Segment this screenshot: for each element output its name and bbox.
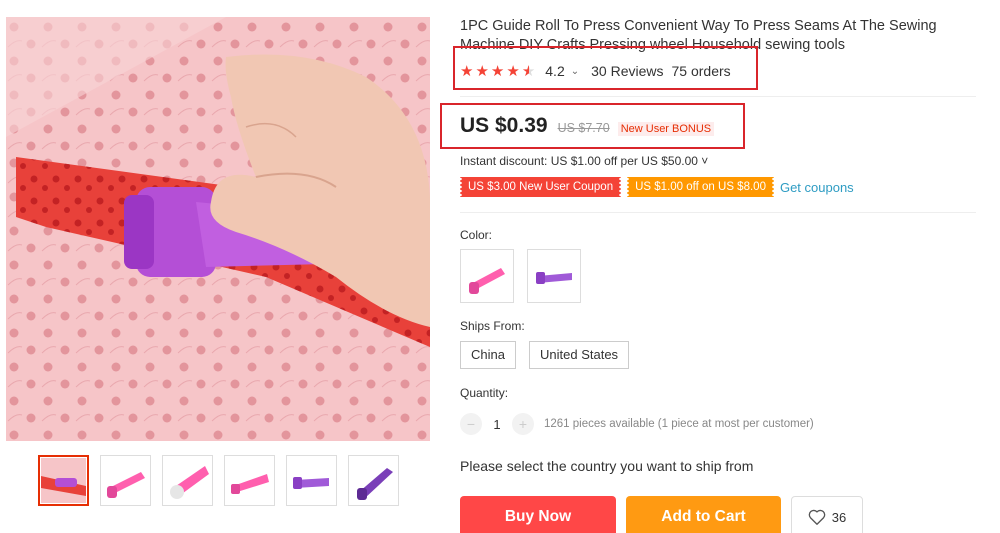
heart-icon xyxy=(808,509,826,525)
rating-value[interactable]: 4.2 xyxy=(545,63,564,79)
thumbnail-5[interactable] xyxy=(286,455,337,506)
thumbnail-strip xyxy=(38,455,399,506)
chevron-down-icon[interactable]: ⌄ xyxy=(571,66,579,77)
add-to-cart-button[interactable]: Add to Cart xyxy=(626,496,781,533)
color-label: Color: xyxy=(460,228,493,242)
price-row: US $0.39 US $7.70 New User BONUS xyxy=(460,114,715,138)
thumbnail-6[interactable] xyxy=(348,455,399,506)
ship-from-china[interactable]: China xyxy=(460,341,516,369)
buy-now-button[interactable]: Buy Now xyxy=(460,496,616,533)
thumbnail-1[interactable] xyxy=(38,455,89,506)
main-product-image[interactable] xyxy=(6,17,430,441)
quantity-decrease-button[interactable]: − xyxy=(460,413,482,435)
star-icon: ★ xyxy=(460,62,474,80)
original-price: US $7.70 xyxy=(557,121,610,135)
thumbnail-2[interactable] xyxy=(100,455,151,506)
star-icon: ★ xyxy=(506,62,520,80)
wishlist-count: 36 xyxy=(831,509,847,525)
star-half-icon: ★ xyxy=(521,62,536,80)
divider xyxy=(460,212,976,213)
new-user-coupon[interactable]: US $3.00 New User Coupon xyxy=(458,177,623,197)
rating-row: ★ ★ ★ ★ ★ 4.2 ⌄ 30 Reviews 75 orders xyxy=(460,63,731,79)
store-coupon[interactable]: US $1.00 off on US $8.00 xyxy=(626,177,775,197)
color-option-purple[interactable] xyxy=(527,249,581,303)
get-coupons-link[interactable]: Get coupons xyxy=(780,180,854,195)
thumbnail-4[interactable] xyxy=(224,455,275,506)
thumbnail-3[interactable] xyxy=(162,455,213,506)
instant-discount[interactable]: Instant discount: US $1.00 off per US $5… xyxy=(460,154,708,168)
quantity-label: Quantity: xyxy=(460,386,509,400)
reviews-link[interactable]: 30 Reviews xyxy=(591,63,663,79)
orders-count: 75 orders xyxy=(671,63,731,79)
rating-stars: ★ ★ ★ ★ ★ xyxy=(460,64,535,79)
new-user-bonus-badge: New User BONUS xyxy=(617,122,715,136)
ships-from-label: Ships From: xyxy=(460,319,525,333)
color-option-pink[interactable] xyxy=(460,249,514,303)
ship-from-united-states[interactable]: United States xyxy=(529,341,630,369)
coupon-row: US $3.00 New User Coupon US $1.00 off on… xyxy=(458,177,854,197)
divider xyxy=(460,96,976,97)
quantity-input[interactable]: 1 xyxy=(482,417,512,432)
star-icon: ★ xyxy=(490,62,505,80)
shipping-message: Please select the country you want to sh… xyxy=(460,458,754,474)
quantity-increase-button[interactable]: + xyxy=(512,413,534,435)
quantity-stepper: − 1 + 1261 pieces available (1 piece at … xyxy=(460,413,814,435)
quantity-available: 1261 pieces available (1 piece at most p… xyxy=(544,418,814,430)
star-icon: ★ xyxy=(475,62,489,80)
current-price: US $0.39 xyxy=(460,114,548,137)
wishlist-button[interactable]: 36 xyxy=(791,496,863,533)
